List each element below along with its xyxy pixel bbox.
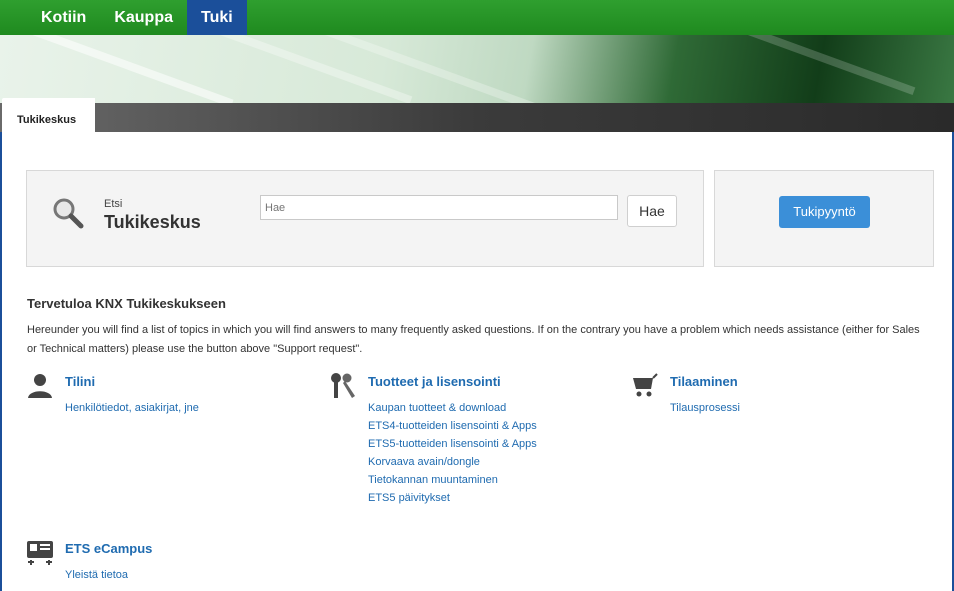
category-title[interactable]: Tilaaminen: [670, 374, 738, 389]
category-link[interactable]: ETS5-tuotteiden lisensointi & Apps: [368, 435, 628, 453]
support-panel: Tukipyyntö: [714, 170, 934, 267]
category-link[interactable]: ETS5 päivitykset: [368, 489, 628, 507]
category-title[interactable]: ETS eCampus: [65, 541, 152, 556]
category-link[interactable]: Tietokannan muuntaminen: [368, 471, 628, 489]
category-link[interactable]: Kaupan tuotteet & download: [368, 399, 628, 417]
category-link[interactable]: Henkilötiedot, asiakirjat, jne: [65, 399, 325, 417]
content-frame-left: [0, 132, 2, 591]
category-title[interactable]: Tilini: [65, 374, 95, 389]
header-banner: [0, 35, 954, 132]
category-link[interactable]: Tilausprosessi: [670, 399, 930, 417]
keys-icon: [331, 373, 355, 398]
top-navigation: Kotiin Kauppa Tuki: [0, 0, 954, 35]
category-link[interactable]: Korvaava avain/dongle: [368, 453, 628, 471]
nav-item-tuki[interactable]: Tuki: [187, 0, 247, 35]
search-small-label: Etsi: [104, 198, 123, 210]
tab-tukikeskus[interactable]: Tukikeskus: [2, 98, 95, 132]
cart-icon: [633, 373, 658, 397]
category-title[interactable]: Tuotteet ja lisensointi: [368, 374, 501, 389]
search-button[interactable]: Hae: [627, 195, 677, 227]
nav-item-kotiin[interactable]: Kotiin: [27, 0, 100, 35]
ecampus-icon: [27, 541, 53, 565]
nav-item-kauppa[interactable]: Kauppa: [100, 0, 187, 35]
user-icon: [28, 374, 52, 398]
search-title: Tukikeskus: [104, 212, 201, 232]
welcome-text: Hereunder you will find a list of topics…: [27, 324, 920, 355]
search-input[interactable]: [260, 195, 618, 220]
search-panel: Etsi Tukikeskus Hae: [26, 170, 704, 267]
support-request-button[interactable]: Tukipyyntö: [779, 196, 870, 228]
magnifier-icon: [53, 198, 84, 229]
category-link[interactable]: ETS4-tuotteiden lisensointi & Apps: [368, 417, 628, 435]
welcome-title: Tervetuloa KNX Tukikeskukseen: [27, 296, 226, 311]
category-link[interactable]: Yleistä tietoa: [65, 566, 325, 584]
